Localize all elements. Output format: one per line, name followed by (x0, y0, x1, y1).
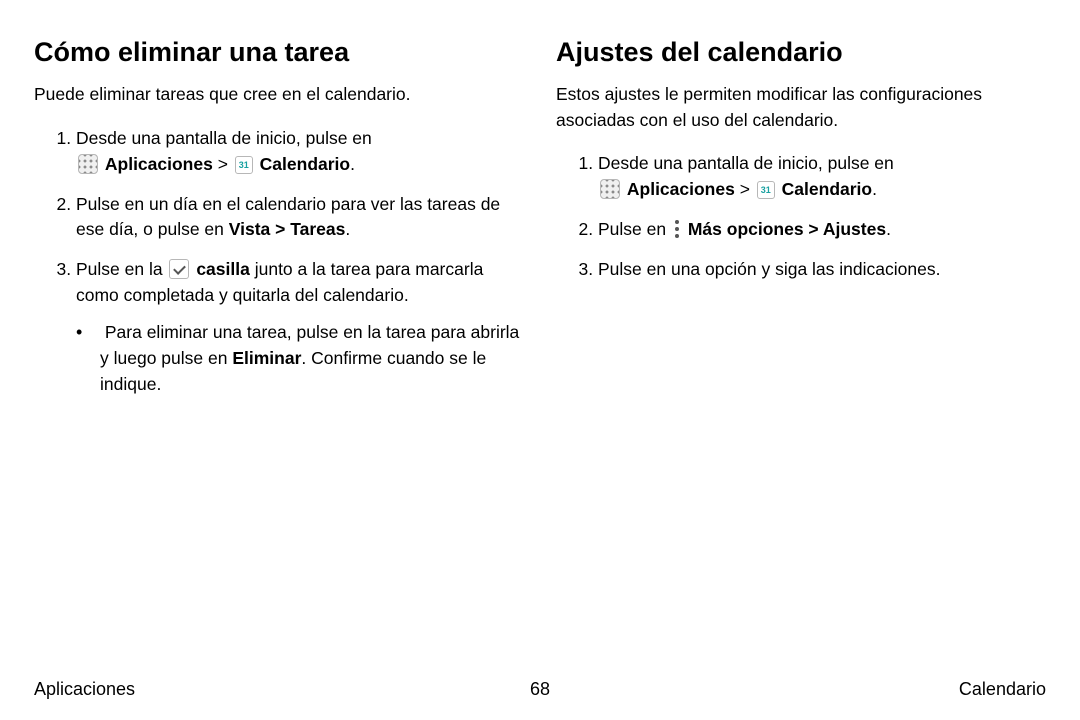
left-step-3-bold: casilla (196, 259, 250, 279)
right-step-3-text: Pulse en una opción y siga las indicacio… (598, 259, 940, 279)
left-apps-label: Aplicaciones (105, 154, 213, 174)
left-heading: Cómo eliminar una tarea (34, 36, 524, 68)
footer-left: Aplicaciones (34, 679, 371, 700)
left-intro: Puede eliminar tareas que cree en el cal… (34, 82, 524, 107)
left-sub-bold: Eliminar (232, 348, 301, 368)
apps-icon (78, 154, 98, 174)
calendar-icon (235, 156, 253, 174)
left-step-1-text: Desde una pantalla de inicio, pulse en (76, 128, 372, 148)
right-heading: Ajustes del calendario (556, 36, 1046, 68)
right-apps-label: Aplicaciones (627, 179, 735, 199)
right-cal-label: Calendario (782, 179, 872, 199)
left-cal-label: Calendario (260, 154, 350, 174)
footer-right: Calendario (709, 679, 1046, 700)
right-step-1-text: Desde una pantalla de inicio, pulse en (598, 153, 894, 173)
right-step-2: Pulse en Más opciones > Ajustes. (598, 217, 1046, 243)
left-sublist: Para eliminar una tarea, pulse en la tar… (76, 319, 524, 398)
page-footer: Aplicaciones 68 Calendario (34, 661, 1046, 700)
left-step-1: Desde una pantalla de inicio, pulse en A… (76, 126, 524, 178)
left-column: Cómo eliminar una tarea Puede eliminar t… (34, 36, 524, 661)
right-arrow-1: > (735, 179, 755, 199)
left-step-2-bold: Vista > Tareas (229, 219, 346, 239)
right-step-2a: Pulse en (598, 219, 671, 239)
right-steps: Desde una pantalla de inicio, pulse en A… (556, 151, 1046, 283)
checkbox-icon (169, 259, 189, 279)
calendar-icon (757, 181, 775, 199)
right-intro: Estos ajustes le permiten modificar las … (556, 82, 1046, 133)
manual-page: Cómo eliminar una tarea Puede eliminar t… (0, 0, 1080, 720)
right-step-3: Pulse en una opción y siga las indicacio… (598, 257, 1046, 283)
left-sub-item: Para eliminar una tarea, pulse en la tar… (100, 319, 524, 398)
left-step-3: Pulse en la casilla junto a la tarea par… (76, 257, 524, 397)
right-column: Ajustes del calendario Estos ajustes le … (556, 36, 1046, 661)
left-step-2: Pulse en un día en el calendario para ve… (76, 192, 524, 244)
apps-icon (600, 179, 620, 199)
two-column-layout: Cómo eliminar una tarea Puede eliminar t… (34, 36, 1046, 661)
right-step-1: Desde una pantalla de inicio, pulse en A… (598, 151, 1046, 203)
left-arrow-1: > (213, 154, 233, 174)
footer-page-number: 68 (371, 679, 708, 700)
left-steps: Desde una pantalla de inicio, pulse en A… (34, 126, 524, 398)
more-options-icon (672, 220, 682, 238)
left-step-3a: Pulse en la (76, 259, 167, 279)
right-step-2-bold: Más opciones > Ajustes (688, 219, 886, 239)
